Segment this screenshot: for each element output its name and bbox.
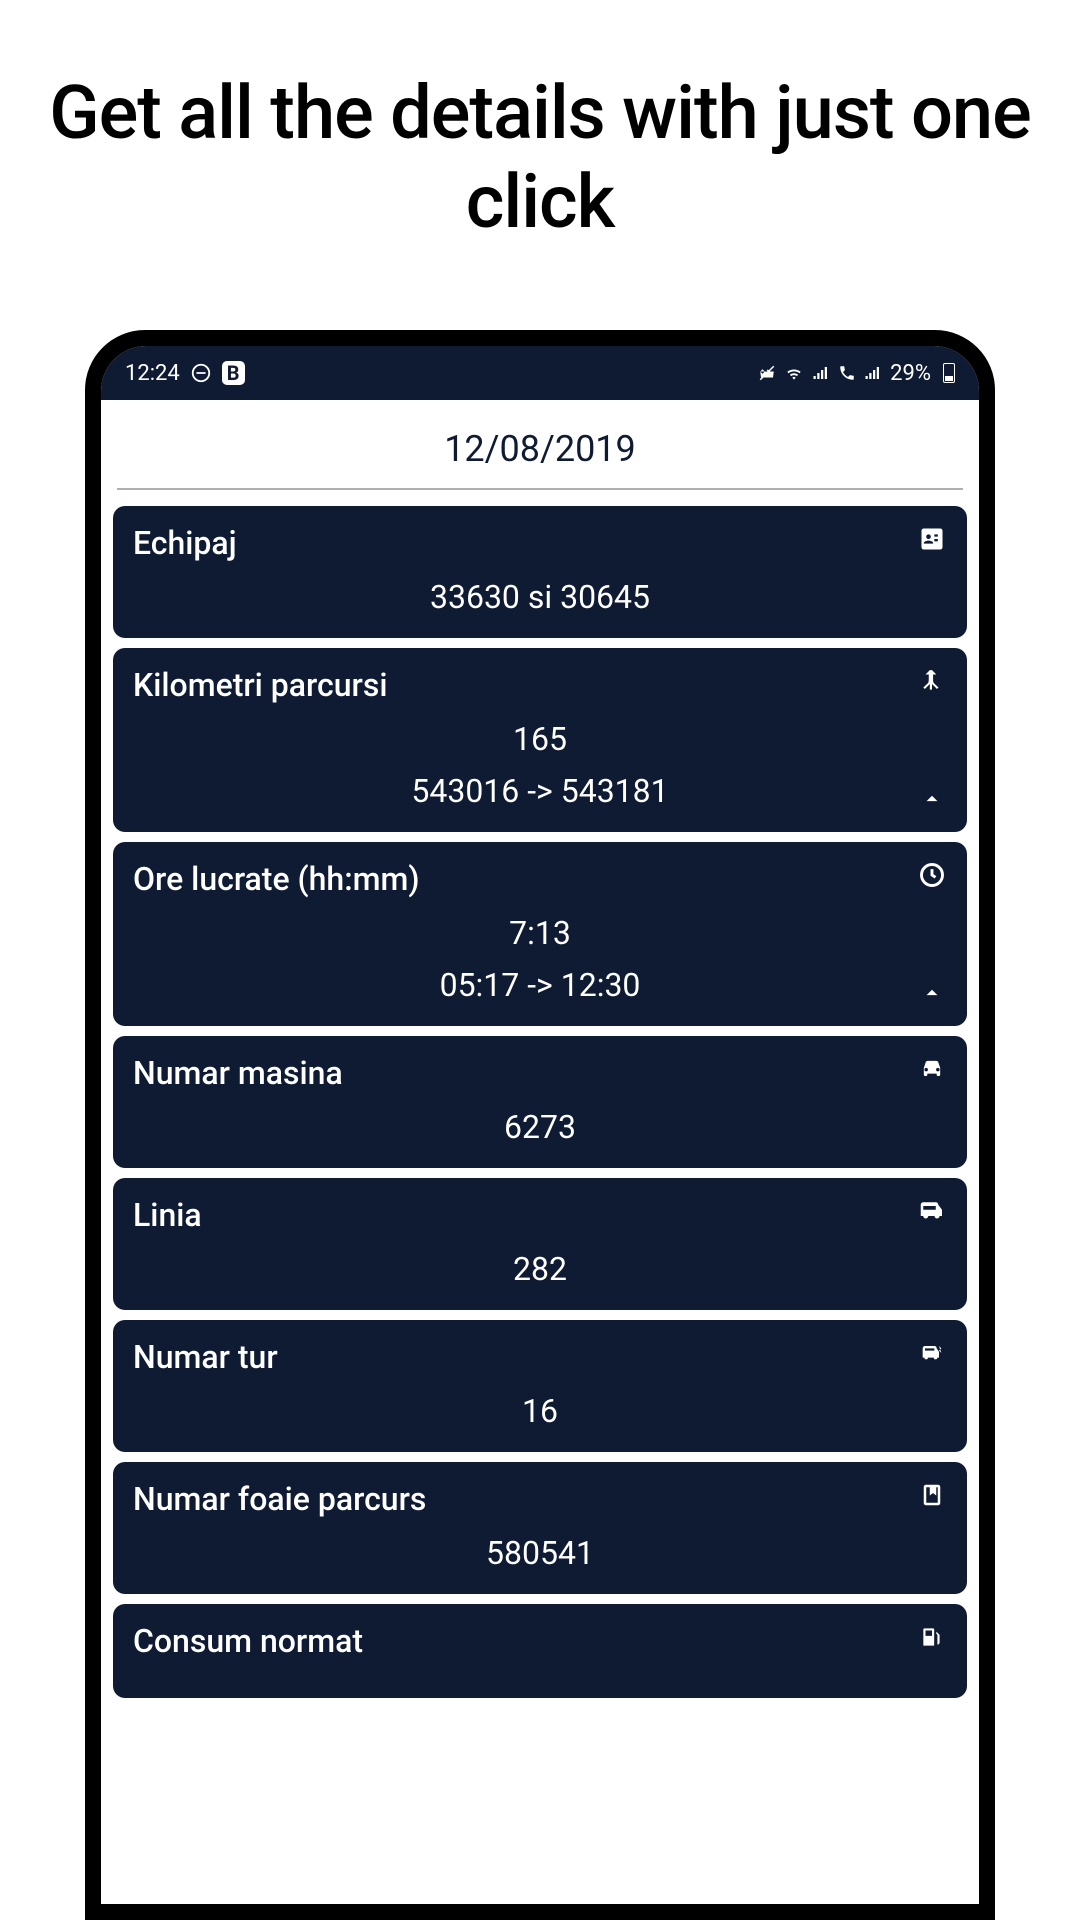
card-title: Echipaj [133, 524, 947, 562]
card-linia[interactable]: Linia 282 [113, 1178, 967, 1310]
status-bar-left: 12:24 B [125, 361, 245, 386]
fuel-icon [917, 1622, 947, 1652]
clock-icon [917, 860, 947, 890]
promo-text: Get all the details with just one click [0, 0, 1080, 248]
b-badge-icon: B [222, 361, 245, 385]
card-subvalue: 543016 -> 543181 [133, 772, 947, 810]
card-echipaj[interactable]: Echipaj 33630 si 30645 [113, 506, 967, 638]
card-title: Consum normat [133, 1622, 947, 1660]
chevron-up-icon[interactable] [917, 784, 947, 814]
merge-icon [917, 666, 947, 696]
card-title: Numar masina [133, 1054, 947, 1092]
card-subvalue: 05:17 -> 12:30 [133, 966, 947, 1004]
card-title: Numar foaie parcurs [133, 1480, 947, 1518]
phone-screen: 12:24 B [101, 346, 979, 1904]
bookmark-icon [917, 1480, 947, 1510]
battery-icon [943, 363, 955, 383]
status-bar: 12:24 B [101, 346, 979, 400]
chevron-up-icon[interactable] [917, 978, 947, 1008]
app-content: 12/08/2019 Echipaj 33630 si 30645 Kilome… [101, 400, 979, 1720]
status-bar-right: 29% [758, 361, 955, 386]
card-title: Numar tur [133, 1338, 947, 1376]
phone-frame: 12:24 B [85, 330, 995, 1920]
contacts-icon [917, 524, 947, 554]
card-title: Kilometri parcursi [133, 666, 947, 704]
card-numar-tur[interactable]: Numar tur 16 [113, 1320, 967, 1452]
date-header[interactable]: 12/08/2019 [117, 412, 963, 490]
card-ore-lucrate[interactable]: Ore lucrate (hh:mm) 7:13 05:17 -> 12:30 [113, 842, 967, 1026]
car-icon [917, 1054, 947, 1084]
card-numar-masina[interactable]: Numar masina 6273 [113, 1036, 967, 1168]
card-numar-foaie[interactable]: Numar foaie parcurs 580541 [113, 1462, 967, 1594]
signal-icon [812, 364, 830, 382]
card-value: 6273 [133, 1108, 947, 1146]
status-time: 12:24 [125, 361, 180, 386]
call-icon [838, 364, 856, 382]
dnd-icon [190, 362, 212, 384]
card-title: Linia [133, 1196, 947, 1234]
card-value: 580541 [133, 1534, 947, 1572]
battery-percent: 29% [890, 361, 931, 386]
card-kilometri[interactable]: Kilometri parcursi 165 543016 -> 543181 [113, 648, 967, 832]
route-icon [917, 1338, 947, 1368]
signal2-icon [864, 364, 882, 382]
vibrate-icon [758, 364, 776, 382]
card-consum-normat[interactable]: Consum normat [113, 1604, 967, 1698]
card-value: 165 [133, 720, 947, 758]
card-value: 7:13 [133, 914, 947, 952]
bus-icon [917, 1196, 947, 1226]
card-value: 16 [133, 1392, 947, 1430]
card-value: 33630 si 30645 [133, 578, 947, 616]
wifi-icon [784, 363, 804, 383]
card-title: Ore lucrate (hh:mm) [133, 860, 947, 898]
card-value: 282 [133, 1250, 947, 1288]
